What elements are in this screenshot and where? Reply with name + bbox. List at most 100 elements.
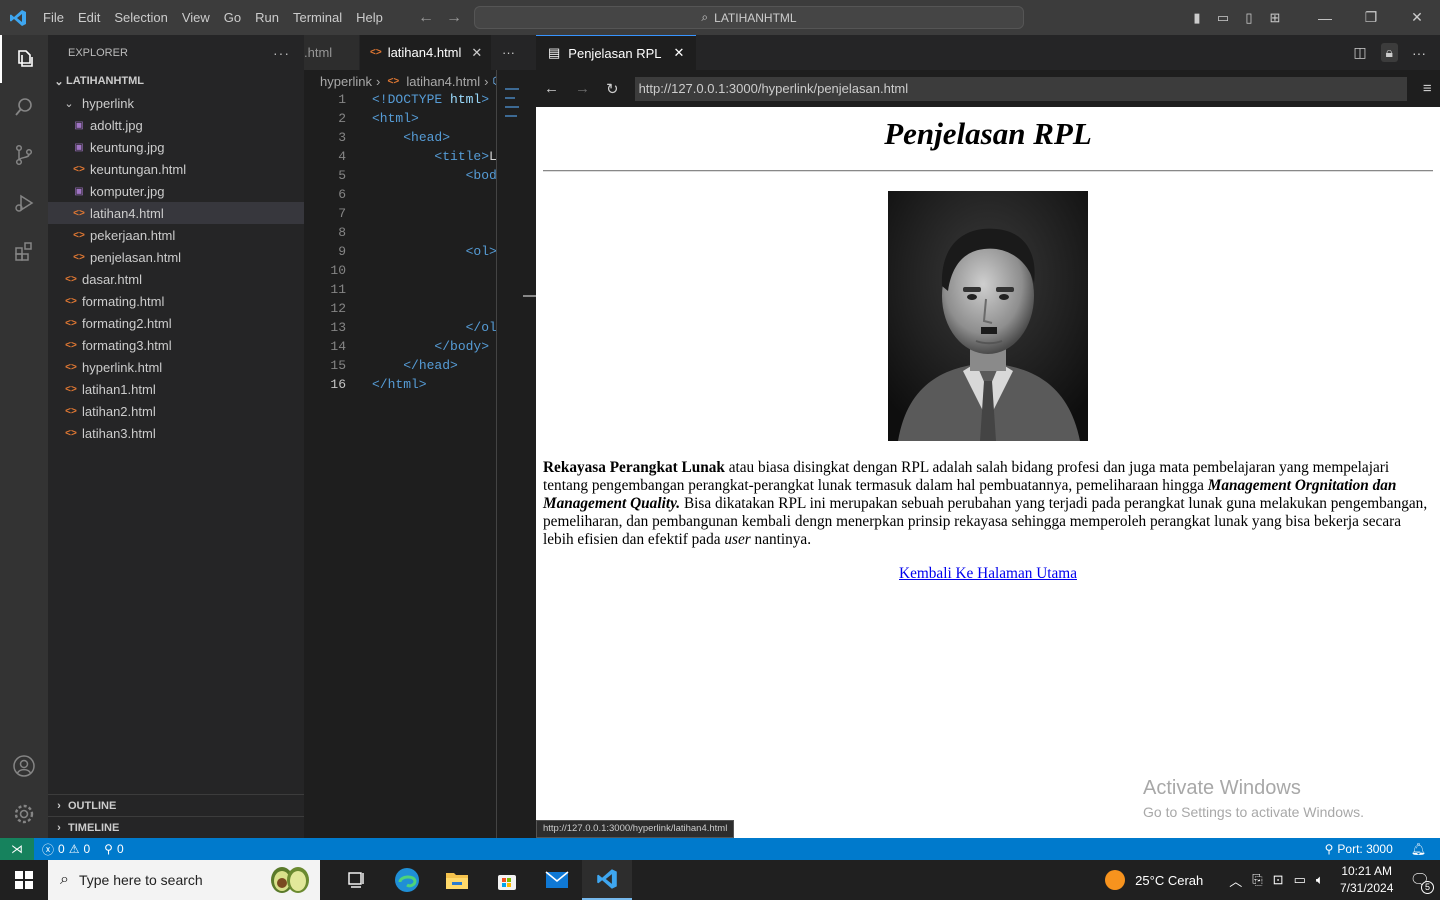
accounts-icon[interactable]	[0, 742, 48, 790]
customize-layout-icon[interactable]: ⊞	[1262, 10, 1288, 26]
close-tab-icon[interactable]: ✕	[674, 45, 685, 61]
extensions-icon[interactable]	[0, 227, 48, 275]
weather-text[interactable]: 25°C Cerah	[1135, 873, 1203, 888]
restore-icon[interactable]: ❐	[1348, 9, 1394, 26]
file-item[interactable]: <> hyperlink.html	[48, 356, 304, 378]
file-item[interactable]: <> keuntungan.html	[48, 158, 304, 180]
run-debug-icon[interactable]	[0, 179, 48, 227]
explorer-sidebar: EXPLORER ··· ⌄ LATIHANHTML ⌄ hyperlink ▣…	[48, 35, 304, 838]
volume-muted-icon[interactable]: 🔈︎	[1316, 872, 1324, 888]
page-heading: Penjelasan RPL	[884, 116, 1092, 151]
task-view-icon[interactable]	[332, 860, 382, 900]
file-item[interactable]: <> latihan2.html	[48, 400, 304, 422]
reload-icon[interactable]: ↻	[606, 80, 619, 98]
timeline-section[interactable]: › TIMELINE	[48, 816, 304, 838]
file-item[interactable]: <> latihan4.html	[48, 202, 304, 224]
windows-start-icon[interactable]	[0, 860, 48, 900]
back-home-link[interactable]: Kembali Ke Halaman Utama	[899, 565, 1077, 582]
menu-icon[interactable]: ≡	[1423, 80, 1432, 97]
menu-item-terminal[interactable]: Terminal	[286, 0, 349, 35]
file-label: penjelasan.html	[90, 249, 182, 265]
file-item[interactable]: <> latihan3.html	[48, 422, 304, 444]
live-server-port[interactable]: ⚲ Port: 3000	[1325, 842, 1393, 856]
remote-icon[interactable]: ⋊	[0, 838, 34, 860]
forward-arrow-icon[interactable]: →	[446, 9, 462, 27]
close-tab-icon[interactable]: ✕	[471, 45, 482, 61]
file-label: formating.html	[82, 293, 165, 309]
notifications-bell-icon[interactable]: 🔔︎	[1411, 842, 1426, 856]
back-arrow-icon[interactable]: ←	[544, 80, 559, 97]
ports-indicator[interactable]: ⚲ 0	[104, 842, 123, 856]
menu-item-file[interactable]: File	[36, 0, 71, 35]
url-input[interactable]: http://127.0.0.1:3000/hyperlink/penjelas…	[634, 76, 1407, 101]
lock-icon[interactable]: 🔒︎	[1380, 43, 1398, 62]
html-file-icon: <>	[65, 361, 77, 373]
tab-preview[interactable]: ▤ Penjelasan RPL ✕	[536, 35, 697, 70]
vscode-taskbar-icon[interactable]	[582, 860, 632, 900]
microsoft-store-icon[interactable]	[482, 860, 532, 900]
search-icon[interactable]	[0, 83, 48, 131]
file-item[interactable]: ▣ komputer.jpg	[48, 180, 304, 202]
mail-icon[interactable]	[532, 860, 582, 900]
menu-item-help[interactable]: Help	[349, 0, 390, 35]
file-item[interactable]: <> pekerjaan.html	[48, 224, 304, 246]
edge-browser-icon[interactable]	[382, 860, 432, 900]
menu-item-selection[interactable]: Selection	[107, 0, 174, 35]
minimap[interactable]	[497, 70, 536, 838]
file-item[interactable]: <> latihan1.html	[48, 378, 304, 400]
root-file-list: <> dasar.html <> formating.html <> formating2…	[48, 268, 304, 444]
file-item[interactable]: ▣ keuntung.jpg	[48, 136, 304, 158]
file-explorer-icon[interactable]	[432, 860, 482, 900]
notification-center-icon[interactable]: 🗨︎ 5	[1410, 870, 1434, 894]
split-editor-icon[interactable]: ◫	[1353, 44, 1366, 61]
tab-latihan4[interactable]: <> latihan4.html ✕	[360, 35, 492, 70]
minimize-icon[interactable]: —	[1302, 10, 1348, 26]
chevron-up-icon[interactable]: ︿	[1229, 871, 1242, 890]
file-item[interactable]: <> formating.html	[48, 290, 304, 312]
menu-item-run[interactable]: Run	[248, 0, 286, 35]
file-item[interactable]: <> dasar.html	[48, 268, 304, 290]
line-number: 5	[338, 168, 346, 183]
weather-sun-icon[interactable]	[1105, 870, 1126, 890]
close-window-icon[interactable]: ✕	[1394, 9, 1440, 26]
menu-item-go[interactable]: Go	[217, 0, 248, 35]
toggle-secondary-sidebar-icon[interactable]: ▯	[1236, 10, 1262, 26]
forward-arrow-icon[interactable]: →	[575, 80, 590, 97]
breadcrumb-folder[interactable]: hyperlink	[320, 74, 372, 89]
more-actions-icon[interactable]: ···	[273, 45, 290, 61]
problems-indicator[interactable]: ⓧ 0 ⚠ 0	[42, 841, 90, 858]
clock[interactable]: 10:21 AM 7/31/2024	[1334, 863, 1400, 897]
code-text: </head>	[403, 358, 458, 373]
explorer-icon[interactable]	[0, 35, 48, 83]
workspace-root[interactable]: ⌄ LATIHANHTML	[48, 70, 304, 92]
workspace-root-label: LATIHANHTML	[66, 75, 144, 87]
meet-now-icon[interactable]: ⎘	[1252, 872, 1262, 888]
menu-item-edit[interactable]: Edit	[71, 0, 107, 35]
toggle-panel-icon[interactable]: ▭	[1210, 10, 1236, 26]
settings-gear-icon[interactable]	[0, 790, 48, 838]
outline-section[interactable]: › OUTLINE	[48, 794, 304, 816]
line-number: 3	[338, 130, 346, 145]
line-number: 1	[338, 92, 346, 107]
file-item[interactable]: <> formating3.html	[48, 334, 304, 356]
tab-previous[interactable]: .html	[304, 35, 360, 70]
network-icon[interactable]: ⊡	[1273, 872, 1284, 888]
file-item[interactable]: <> formating2.html	[48, 312, 304, 334]
back-arrow-icon[interactable]: ←	[418, 9, 434, 27]
file-item[interactable]: ▣ adoltt.jpg	[48, 114, 304, 136]
command-center[interactable]: ⌕ LATIHANHTML	[474, 6, 1024, 29]
breadcrumb-file[interactable]: latihan4.html	[406, 74, 480, 89]
menu-item-view[interactable]: View	[175, 0, 217, 35]
source-control-icon[interactable]	[0, 131, 48, 179]
toggle-sidebar-icon[interactable]: ▮	[1184, 10, 1210, 26]
window-controls: ▮ ▭ ▯ ⊞ — ❐ ✕	[1184, 0, 1440, 35]
folder-hyperlink[interactable]: ⌄ hyperlink	[48, 92, 304, 114]
display-icon[interactable]: ▭	[1294, 872, 1306, 888]
image-file-icon: ▣	[74, 141, 84, 153]
more-actions-icon[interactable]: ···	[1412, 45, 1426, 61]
file-item[interactable]: <> penjelasan.html	[48, 246, 304, 268]
taskbar-search[interactable]: ⌕ Type here to search	[48, 860, 320, 900]
editor-more-actions-icon[interactable]: ···	[492, 35, 536, 70]
